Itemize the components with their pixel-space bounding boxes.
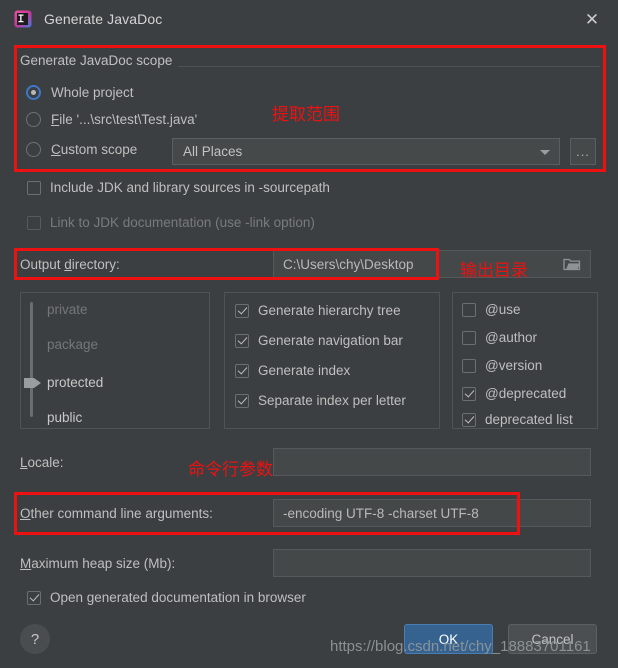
help-button[interactable]: ?: [20, 624, 50, 654]
checkbox-label: @use: [485, 302, 521, 317]
output-directory-value: C:\Users\chy\Desktop: [283, 256, 414, 272]
checkbox-label: @deprecated: [485, 386, 567, 401]
custom-scope-value: All Places: [183, 144, 243, 159]
other-args-field[interactable]: -encoding UTF-8 -charset UTF-8: [273, 499, 591, 527]
other-args-label: Other command line arguments:: [20, 506, 213, 521]
watermark: https://blog.csdn.net/chy_18883701161: [330, 638, 591, 655]
checkbox-indicator: [235, 333, 249, 348]
radio-file-scope[interactable]: File '...\src\test\Test.java': [26, 112, 197, 127]
checkbox-indicator: [462, 386, 476, 401]
chevron-down-icon: [540, 149, 550, 155]
checkbox-indicator: [462, 302, 476, 317]
visibility-option-protected[interactable]: protected: [47, 375, 103, 390]
other-args-value: -encoding UTF-8 -charset UTF-8: [283, 505, 479, 521]
radio-label: Whole project: [51, 85, 134, 100]
checkbox-label: deprecated list: [485, 412, 573, 427]
generate-javadoc-dialog: Generate JavaDoc ✕ Generate JavaDoc scop…: [0, 0, 618, 655]
checkbox-label: Link to JDK documentation (use -link opt…: [50, 215, 315, 230]
checkbox-open-in-browser[interactable]: Open generated documentation in browser: [27, 590, 306, 605]
radio-whole-project[interactable]: Whole project: [26, 85, 134, 100]
checkbox-generate-navigation-bar[interactable]: Generate navigation bar: [235, 333, 403, 348]
annotation-scope-text: 提取范围: [272, 105, 340, 125]
max-heap-label: Maximum heap size (Mb):: [20, 556, 176, 571]
radio-custom-scope[interactable]: Custom scope: [26, 142, 137, 157]
close-icon[interactable]: ✕: [580, 7, 604, 31]
checkbox-generate-index[interactable]: Generate index: [235, 363, 350, 378]
custom-scope-browse-button[interactable]: ...: [570, 138, 596, 165]
checkbox-separate-index-per-letter[interactable]: Separate index per letter: [235, 393, 406, 408]
visibility-option-public[interactable]: public: [47, 410, 82, 425]
checkbox-indicator: [27, 180, 41, 195]
checkbox-indicator: [235, 303, 249, 318]
locale-field[interactable]: [273, 448, 591, 476]
visibility-option-private[interactable]: private: [47, 302, 88, 317]
checkbox-label: Separate index per letter: [258, 393, 406, 408]
checkbox-indicator: [235, 363, 249, 378]
checkbox-label: Generate navigation bar: [258, 333, 403, 348]
output-directory-label: Output directory:: [20, 257, 120, 272]
radio-label: File '...\src\test\Test.java': [51, 112, 198, 127]
checkbox-indicator: [462, 330, 476, 345]
checkbox-label: @version: [485, 358, 543, 373]
scope-group-title: Generate JavaDoc scope: [20, 53, 179, 68]
radio-indicator: [26, 142, 41, 157]
output-directory-field[interactable]: C:\Users\chy\Desktop: [273, 250, 591, 278]
annotation-output-text: 输出目录: [460, 261, 528, 281]
checkbox-use[interactable]: @use: [462, 302, 520, 317]
checkbox-author[interactable]: @author: [462, 330, 537, 345]
checkbox-label: @author: [485, 330, 537, 345]
checkbox-generate-hierarchy-tree[interactable]: Generate hierarchy tree: [235, 303, 401, 318]
visibility-option-package[interactable]: package: [47, 337, 98, 352]
checkbox-label: Generate index: [258, 363, 351, 378]
checkbox-version[interactable]: @version: [462, 358, 542, 373]
intellij-idea-icon: [14, 10, 32, 28]
radio-label: Custom scope: [51, 142, 138, 157]
radio-indicator: [26, 112, 41, 127]
annotation-args-text: 命令行参数: [188, 460, 273, 480]
checkbox-indicator: [462, 412, 476, 427]
locale-label: Locale:: [20, 455, 64, 470]
checkbox-include-jdk[interactable]: Include JDK and library sources in -sour…: [27, 180, 330, 195]
radio-indicator: [26, 85, 41, 100]
checkbox-link-jdk: Link to JDK documentation (use -link opt…: [27, 215, 315, 230]
custom-scope-combo[interactable]: All Places: [172, 138, 560, 165]
visibility-slider-track[interactable]: [30, 302, 33, 417]
title-bar: Generate JavaDoc ✕: [0, 0, 618, 39]
checkbox-label: Open generated documentation in browser: [50, 590, 306, 605]
checkbox-indicator: [235, 393, 249, 408]
folder-icon[interactable]: [563, 256, 581, 274]
checkbox-indicator: [462, 358, 476, 373]
checkbox-label: Include JDK and library sources in -sour…: [50, 180, 330, 195]
checkbox-label: Generate hierarchy tree: [258, 303, 401, 318]
checkbox-deprecated[interactable]: @deprecated: [462, 386, 566, 401]
checkbox-indicator: [27, 590, 41, 605]
max-heap-field[interactable]: [273, 549, 591, 577]
checkbox-indicator: [27, 215, 41, 230]
checkbox-deprecated-list[interactable]: deprecated list: [462, 412, 573, 427]
window-title: Generate JavaDoc: [44, 11, 163, 27]
